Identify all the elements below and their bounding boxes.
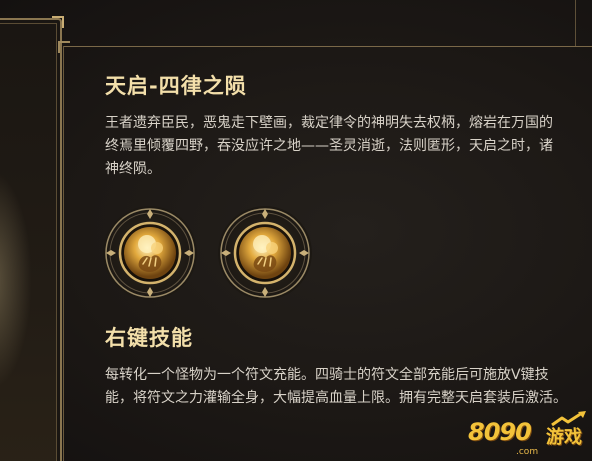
right-click-skill-description: 每转化一个怪物为一个符文充能。四骑士的符文全部充能后可施放V键技能，将符文之力灌… [105,367,567,406]
hand-orb-rune-icon [105,208,195,298]
rune-slot-1[interactable] [103,206,197,300]
rune-slot-2[interactable] [218,206,312,300]
skill-detail-page: 天启-四律之陨 王者遗弃臣民，恶鬼走下壁画，裁定律令的神明失去权柄，熔岩在万国的… [0,0,592,461]
right-click-skill-title: 右键技能 [105,326,193,350]
skill-description: 王者遗弃臣民，恶鬼走下壁画，裁定律令的神明失去权柄，熔岩在万国的终焉里倾覆四野，… [105,115,553,177]
content-frame-top [63,46,592,47]
content-frame-left [63,46,64,461]
site-watermark: 8090 游戏 .com [468,410,588,460]
hand-orb-rune-icon [220,208,310,298]
character-glow [0,170,32,390]
header-divider [575,0,576,46]
watermark-number: 8090 [468,418,532,446]
content-frame-corner [58,41,70,53]
watermark-domain: .com [516,447,539,457]
skill-title: 天启-四律之陨 [105,74,247,98]
watermark-text: 游戏 [546,427,582,448]
frame-corner-ornament [52,16,64,28]
character-preview-panel [0,16,64,461]
